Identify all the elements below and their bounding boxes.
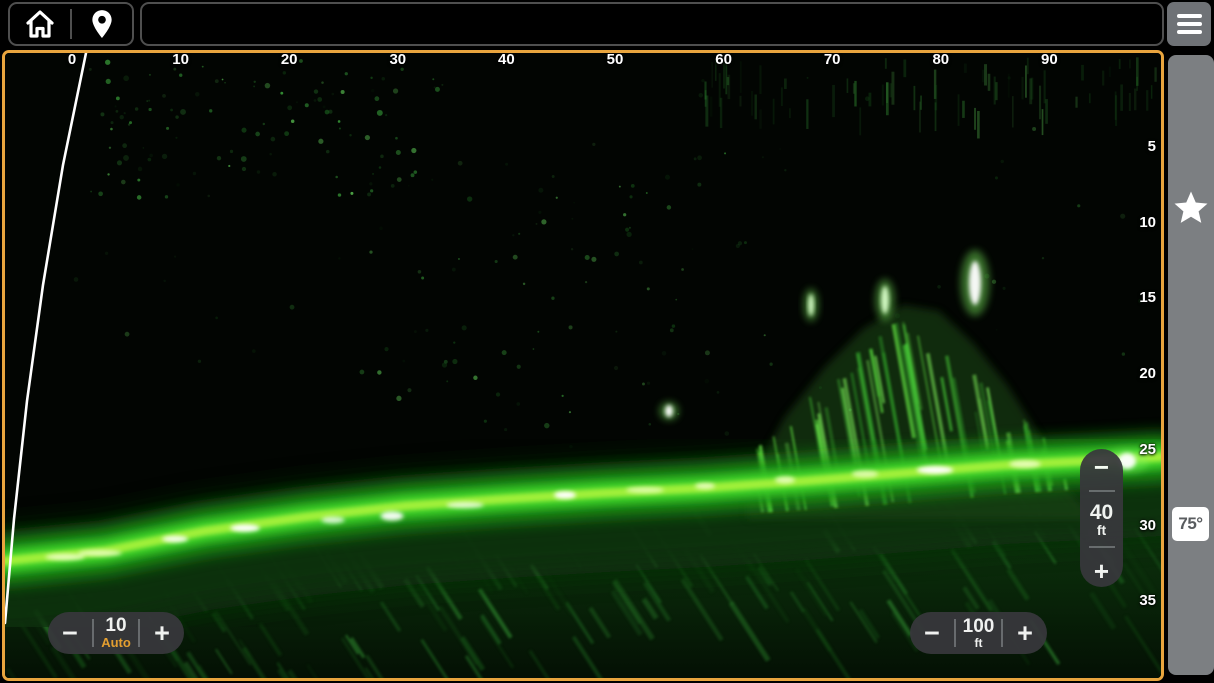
- location-pin-icon: [89, 9, 115, 39]
- distance-tick: 10: [172, 51, 189, 68]
- depth-tick: 15: [1139, 289, 1156, 306]
- zoom-depth-value: 40: [1090, 502, 1113, 523]
- home-icon: [24, 9, 56, 39]
- range-plus-button[interactable]: +: [1003, 614, 1047, 652]
- plus-icon: +: [1017, 618, 1033, 648]
- divider: [1089, 490, 1115, 492]
- distance-tick: 60: [715, 51, 732, 68]
- sonar-image: [5, 53, 1161, 678]
- depth-tick: 20: [1139, 365, 1156, 382]
- nav-button-group: [8, 2, 134, 46]
- sensitivity-plus-button[interactable]: +: [140, 614, 184, 652]
- depth-tick: 5: [1148, 138, 1156, 155]
- distance-tick: 80: [932, 51, 949, 68]
- sensitivity-minus-button[interactable]: −: [48, 614, 92, 652]
- hamburger-menu-icon: [1177, 14, 1202, 34]
- menu-button[interactable]: [1167, 2, 1211, 46]
- distance-tick: 50: [607, 51, 624, 68]
- range-minus-button[interactable]: −: [910, 614, 954, 652]
- minus-icon: −: [62, 618, 78, 648]
- temperature-badge: 75°: [1172, 507, 1209, 541]
- distance-tick: 0: [68, 51, 76, 68]
- depth-tick: 30: [1139, 517, 1156, 534]
- plus-icon: +: [154, 618, 170, 648]
- star-icon[interactable]: [1172, 189, 1210, 227]
- minus-icon: −: [1094, 452, 1109, 482]
- temperature-value: 75°: [1178, 514, 1202, 534]
- waypoint-button[interactable]: [72, 4, 132, 44]
- distance-tick: 70: [824, 51, 841, 68]
- auto-label: Auto: [101, 636, 131, 650]
- zoom-in-button[interactable]: +: [1094, 558, 1109, 584]
- range-control: − 100 ft +: [910, 612, 1047, 654]
- distance-tick: 90: [1041, 51, 1058, 68]
- right-sidebar: 75°: [1168, 55, 1214, 675]
- distance-tick: 20: [281, 51, 298, 68]
- distance-tick: 30: [389, 51, 406, 68]
- home-button[interactable]: [10, 4, 70, 44]
- depth-tick: 35: [1139, 592, 1156, 609]
- sonar-view[interactable]: 0 10 20 30 40 50 60 70 80 90 5 10 15 20 25 30 35: [2, 50, 1164, 681]
- sensitivity-value: 10 Auto: [94, 616, 138, 650]
- zoom-control: − 40 ft +: [1080, 449, 1123, 587]
- depth-tick: 10: [1139, 214, 1156, 231]
- zoom-value: 40 ft: [1090, 502, 1113, 537]
- minus-icon: −: [924, 618, 940, 648]
- depth-tick: 25: [1139, 441, 1156, 458]
- plus-icon: +: [1094, 556, 1109, 586]
- title-bar: [140, 2, 1164, 46]
- zoom-depth-unit: ft: [1097, 523, 1106, 537]
- range-value: 100 ft: [956, 617, 1001, 650]
- distance-tick: 40: [498, 51, 515, 68]
- sensitivity-control: − 10 Auto +: [48, 612, 184, 654]
- zoom-out-button[interactable]: −: [1094, 454, 1109, 480]
- divider: [1089, 546, 1115, 548]
- fishfinder-screen: 0 10 20 30 40 50 60 70 80 90 5 10 15 20 25 30 35 75° − …: [0, 0, 1214, 683]
